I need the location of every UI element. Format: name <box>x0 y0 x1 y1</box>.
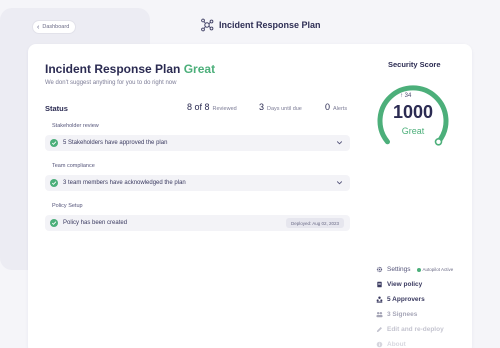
section-label-stakeholder: Stakeholder review <box>52 123 99 129</box>
document-icon <box>377 281 382 288</box>
policy-setup-row[interactable]: Policy has been created Deployed: Aug 02… <box>45 215 350 231</box>
chevron-down-icon[interactable] <box>336 179 343 186</box>
header-title: Incident Response Plan <box>219 20 321 30</box>
score-delta: ↑ 34 <box>400 93 412 99</box>
back-button-label: Dashboard <box>42 24 70 30</box>
chevron-down-icon[interactable] <box>336 139 343 146</box>
reviewed-stat: 8 of 8 Reviewed <box>187 102 237 112</box>
plan-rating: Great <box>183 62 216 76</box>
days-stat: 3 Days until due <box>259 102 302 112</box>
view-policy-label: View policy <box>387 281 423 288</box>
info-icon <box>376 341 383 348</box>
team-compliance-row[interactable]: 3 team members have acknowledged the pla… <box>45 175 350 191</box>
settings-label: Settings <box>387 266 411 273</box>
plan-subtitle: We don't suggest anything for you to do … <box>45 80 177 86</box>
check-circle-icon <box>50 179 58 187</box>
stakeholder-review-row[interactable]: 5 Stakeholders have approved the plan <box>45 135 350 151</box>
users-icon <box>376 311 383 318</box>
edit-redeploy-label: Edit and re-deploy <box>387 326 444 333</box>
alerts-label: Alerts <box>333 106 348 112</box>
stakeholder-review-text: 5 Stakeholders have approved the plan <box>63 140 168 146</box>
top-bar: ‹ Dashboard Incident Response Plan <box>28 14 472 40</box>
deployed-date-badge: Deployed: Aug 02, 2023 <box>285 218 344 228</box>
autopilot-status: Autopilot Active <box>416 267 454 272</box>
plan-title: Incident Response Plan Great <box>45 62 215 76</box>
about-menu-item[interactable]: About <box>376 337 453 348</box>
signees-menu-item[interactable]: 3 Signees <box>376 307 453 322</box>
users-group-icon <box>376 296 383 303</box>
plan-title-text: Incident Response Plan <box>45 62 181 76</box>
plan-network-icon <box>201 18 214 32</box>
check-circle-icon <box>50 219 58 227</box>
chevron-left-icon: ‹ <box>37 23 40 31</box>
section-label-team: Team compliance <box>52 163 95 169</box>
days-count: 3 <box>259 102 265 112</box>
settings-menu-item[interactable]: Settings Autopilot Active <box>376 262 453 277</box>
autopilot-label: Autopilot Active <box>422 267 454 272</box>
pencil-icon <box>376 327 382 333</box>
security-score-title: Security Score <box>388 60 441 69</box>
approvers-menu-item[interactable]: 5 Approvers <box>376 292 453 307</box>
view-policy-menu-item[interactable]: View policy <box>376 277 453 292</box>
side-menu: Settings Autopilot Active View policy 5 … <box>376 262 453 348</box>
plan-card: Incident Response Plan Great We don't su… <box>28 44 472 348</box>
back-to-dashboard-button[interactable]: ‹ Dashboard <box>32 20 77 34</box>
team-compliance-text: 3 team members have acknowledged the pla… <box>63 180 186 186</box>
about-label: About <box>387 341 406 348</box>
score-label: Great <box>401 126 425 136</box>
approvers-label: 5 Approvers <box>387 296 425 303</box>
reviewed-count: 8 of 8 <box>187 102 210 112</box>
reviewed-label: Reviewed <box>212 106 237 112</box>
alerts-count: 0 <box>325 102 331 112</box>
status-heading: Status <box>45 104 68 113</box>
check-circle-icon <box>50 139 58 147</box>
signees-label: 3 Signees <box>387 311 418 318</box>
days-label: Days until due <box>267 106 302 112</box>
gear-icon <box>376 266 383 273</box>
score-value: 1000 <box>392 102 434 122</box>
policy-setup-text: Policy has been created <box>63 220 128 226</box>
autopilot-dot-icon <box>416 267 421 272</box>
section-label-policy: Policy Setup <box>52 203 83 209</box>
edit-redeploy-menu-item[interactable]: Edit and re-deploy <box>376 322 453 337</box>
header-title-group: Incident Response Plan <box>200 18 321 32</box>
alerts-stat: 0 Alerts <box>325 102 347 112</box>
